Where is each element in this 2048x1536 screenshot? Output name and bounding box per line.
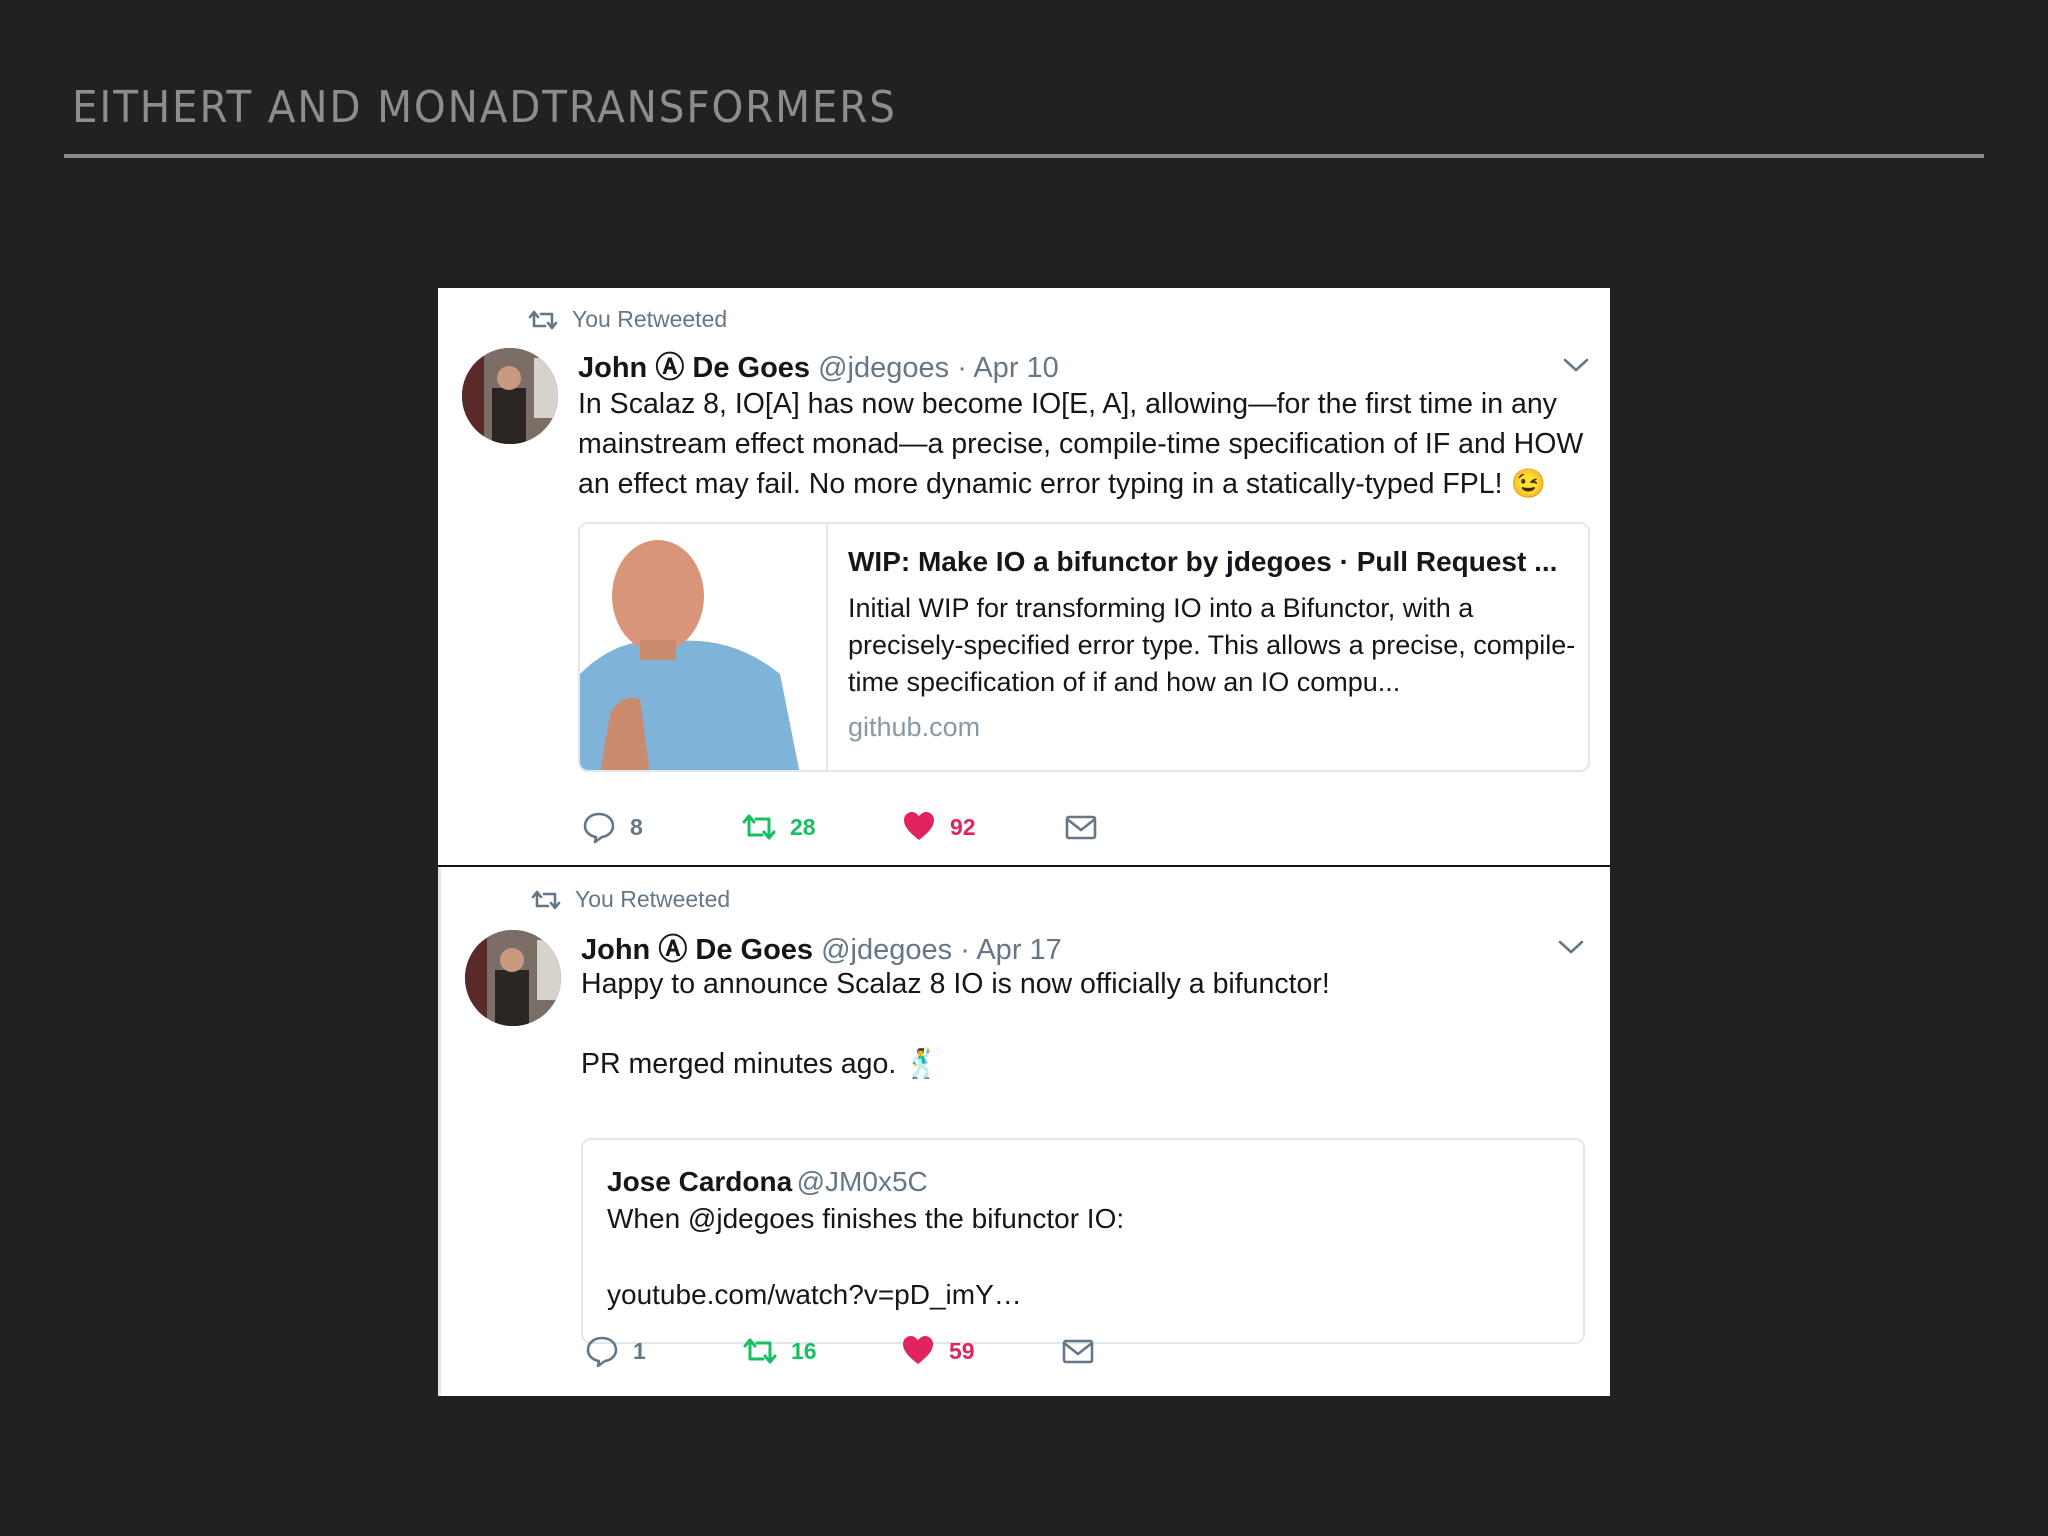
card-thumbnail <box>580 524 828 770</box>
tweet-date[interactable]: Apr 17 <box>976 934 1061 966</box>
heart-icon <box>903 1336 933 1364</box>
retweet-button[interactable]: 16 <box>743 1334 817 1368</box>
heart-icon <box>904 812 934 840</box>
reply-icon <box>586 1336 618 1368</box>
quoted-link[interactable]: youtube.com/watch?v=pD_imY… <box>607 1276 1559 1314</box>
direct-message-button[interactable] <box>1064 810 1098 844</box>
dancer-emoji: 🕺 <box>904 1048 940 1080</box>
tweet-header: John Ⓐ De Goes @jdegoes · Apr 10 <box>578 344 1059 386</box>
caret-down-icon[interactable] <box>1562 356 1590 374</box>
retweet-context: You Retweeted <box>531 886 730 913</box>
link-card[interactable]: WIP: Make IO a bifunctor by jdegoes · Pu… <box>578 522 1590 772</box>
tweet-separator <box>438 865 1610 867</box>
tweet-body: In Scalaz 8, IO[A] has now become IO[E, … <box>578 388 1584 500</box>
retweet-icon <box>528 310 558 329</box>
tweet-body-line: Happy to announce Scalaz 8 IO is now off… <box>581 968 1330 1000</box>
tweet-text: Happy to announce Scalaz 8 IO is now off… <box>581 964 1581 1084</box>
card-description: Initial WIP for transforming IO into a B… <box>848 593 1576 697</box>
slide-title: EITHERT AND MONADTRANSFORMERS <box>72 82 897 133</box>
quoted-author-name: Jose Cardona <box>607 1166 793 1197</box>
like-button[interactable]: 92 <box>902 810 976 844</box>
tweet-body-line: PR merged minutes ago. <box>581 1048 897 1080</box>
title-divider <box>64 154 1984 158</box>
card-domain: github.com <box>848 712 981 742</box>
caret-down-icon[interactable] <box>1557 938 1585 956</box>
quoted-tweet[interactable]: Jose Cardona @JM0x5C When @jdegoes finis… <box>581 1138 1585 1344</box>
like-count: 59 <box>949 1337 975 1364</box>
mail-icon <box>1065 815 1097 840</box>
quoted-author-handle: @JM0x5C <box>796 1166 928 1197</box>
author-handle[interactable]: @jdegoes <box>821 934 952 966</box>
wink-emoji: 😉 <box>1510 468 1546 500</box>
retweet-icon <box>743 1338 777 1364</box>
mail-icon <box>1062 1339 1094 1364</box>
author-handle[interactable]: @jdegoes <box>818 352 949 384</box>
reply-icon <box>583 812 615 844</box>
tweet[interactable]: You Retweeted John Ⓐ De Goes @jdegoes · … <box>438 868 1610 1396</box>
quoted-text: When @jdegoes finishes the bifunctor IO: <box>607 1203 1125 1234</box>
tweet-header: John Ⓐ De Goes @jdegoes · Apr 17 <box>581 926 1062 968</box>
like-button[interactable]: 59 <box>901 1334 975 1368</box>
reply-button[interactable]: 1 <box>585 1334 646 1368</box>
author-name[interactable]: John Ⓐ De Goes <box>578 352 810 384</box>
retweet-icon <box>742 814 776 840</box>
retweet-button[interactable]: 28 <box>742 810 816 844</box>
avatar[interactable] <box>465 930 561 1026</box>
card-title: WIP: Make IO a bifunctor by jdegoes · Pu… <box>848 546 1558 577</box>
like-count: 92 <box>950 813 976 840</box>
header-separator: · <box>957 352 967 384</box>
header-separator: · <box>960 934 970 966</box>
avatar[interactable] <box>462 348 558 444</box>
tweet-screenshot: You Retweeted John Ⓐ De Goes @jdegoes · … <box>438 288 1610 1396</box>
reply-count: 1 <box>633 1337 646 1364</box>
reply-button[interactable]: 8 <box>582 810 643 844</box>
retweet-count: 16 <box>791 1337 817 1364</box>
retweet-count: 28 <box>790 813 816 840</box>
tweet-date[interactable]: Apr 10 <box>973 352 1058 384</box>
tweet-text: In Scalaz 8, IO[A] has now become IO[E, … <box>578 384 1598 504</box>
author-name[interactable]: John Ⓐ De Goes <box>581 934 813 966</box>
retweet-context-label: You Retweeted <box>575 886 731 912</box>
direct-message-button[interactable] <box>1061 1334 1095 1368</box>
retweet-context-label: You Retweeted <box>572 306 728 332</box>
reply-count: 8 <box>630 813 643 840</box>
retweet-icon <box>531 890 561 909</box>
retweet-context: You Retweeted <box>528 306 727 333</box>
tweet[interactable]: You Retweeted John Ⓐ De Goes @jdegoes · … <box>438 288 1610 866</box>
